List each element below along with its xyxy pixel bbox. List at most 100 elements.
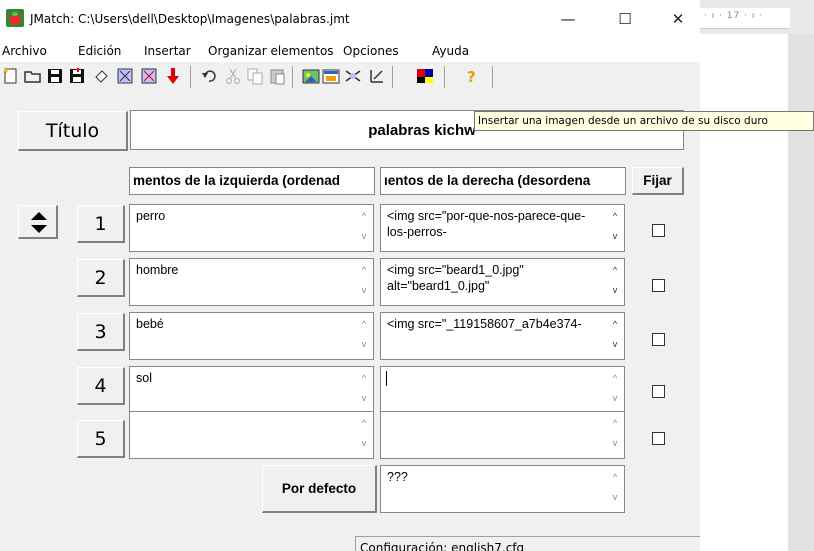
- scroll-down-icon[interactable]: v: [359, 231, 369, 241]
- scroll-down-icon[interactable]: v: [610, 231, 620, 241]
- toolbar-separator: [444, 66, 445, 88]
- scroll-down-icon[interactable]: v: [610, 393, 620, 403]
- scroll-down-icon[interactable]: v: [359, 285, 369, 295]
- left-item-field[interactable]: hombre ^ v: [129, 258, 374, 306]
- minimize-button[interactable]: —: [548, 6, 588, 32]
- menu-archivo[interactable]: Archivo: [2, 44, 47, 58]
- fijar-checkbox[interactable]: [652, 224, 665, 237]
- svg-text:?: ?: [467, 68, 476, 85]
- fijar-checkbox[interactable]: [652, 333, 665, 346]
- move-up-down-button[interactable]: [18, 205, 58, 239]
- right-item-field[interactable]: <img src="por-que-nos-parece-que-los-per…: [380, 204, 625, 252]
- scroll-up-icon[interactable]: ^: [359, 418, 369, 428]
- row-number-button[interactable]: 5: [77, 420, 125, 458]
- right-column-header: ıentos de la derecha (desordena: [380, 167, 626, 195]
- scroll-up-icon[interactable]: ^: [359, 319, 369, 329]
- scroll-down-icon[interactable]: v: [610, 285, 620, 295]
- left-item-field[interactable]: perro ^ v: [129, 204, 374, 252]
- left-item-field[interactable]: ^ v: [129, 411, 374, 459]
- left-item-text: sol: [136, 371, 152, 385]
- row-number-button[interactable]: 1: [77, 205, 125, 243]
- scroll-up-icon[interactable]: ^: [610, 472, 620, 482]
- save-icon[interactable]: [46, 67, 64, 85]
- paste-icon[interactable]: [268, 67, 286, 85]
- cut-icon[interactable]: [224, 67, 242, 85]
- row-number-button[interactable]: 3: [77, 313, 125, 351]
- titulo-button[interactable]: Título: [18, 111, 128, 151]
- right-item-field[interactable]: <img src="_119158607_a7b4e374- ^ v: [380, 312, 625, 360]
- right-item-text: <img src="por-que-nos-parece-que-los-per…: [387, 209, 586, 239]
- scroll-up-icon[interactable]: ^: [359, 373, 369, 383]
- row-number-button[interactable]: 4: [77, 367, 125, 405]
- por-defecto-button[interactable]: Por defecto: [262, 465, 377, 513]
- undo-icon[interactable]: [200, 67, 218, 85]
- toolbar-separator: [292, 66, 293, 88]
- arrow-up-icon[interactable]: [31, 212, 47, 220]
- scroll-down-icon[interactable]: v: [359, 393, 369, 403]
- shuffle-icon[interactable]: [344, 67, 362, 85]
- close-button[interactable]: ✕: [658, 6, 698, 32]
- scroll-down-icon[interactable]: v: [610, 438, 620, 448]
- menu-bar: Archivo Edición Insertar Organizar eleme…: [0, 38, 700, 62]
- app-icon: [6, 9, 24, 27]
- copy-icon[interactable]: [246, 67, 264, 85]
- left-item-field[interactable]: bebé ^ v: [129, 312, 374, 360]
- left-item-text: bebé: [136, 317, 164, 331]
- fijar-checkbox[interactable]: [652, 279, 665, 292]
- menu-insertar[interactable]: Insertar: [144, 44, 191, 58]
- toolbar: ?: [0, 62, 700, 92]
- right-item-field[interactable]: <img src="beard1_0.jpg" alt="beard1_0.jp…: [380, 258, 625, 306]
- eraser-icon[interactable]: [92, 67, 110, 85]
- right-item-field[interactable]: ^ v: [380, 366, 625, 414]
- scroll-up-icon[interactable]: ^: [359, 265, 369, 275]
- right-item-field[interactable]: ^ v: [380, 411, 625, 459]
- arrow-down-icon[interactable]: [31, 225, 47, 233]
- insert-arrow-icon[interactable]: [164, 67, 182, 85]
- color-icon[interactable]: [416, 67, 434, 85]
- fijar-checkbox[interactable]: [652, 432, 665, 445]
- row-number-button[interactable]: 2: [77, 259, 125, 297]
- sort-icon[interactable]: [368, 67, 386, 85]
- text-caret: [386, 371, 387, 386]
- help-icon[interactable]: ?: [462, 67, 480, 86]
- scroll-up-icon[interactable]: ^: [610, 211, 620, 221]
- fijar-header: Fijar: [632, 167, 684, 195]
- scroll-up-icon[interactable]: ^: [359, 211, 369, 221]
- tooltip: Insertar una imagen desde un archivo de …: [474, 111, 814, 131]
- default-value-text: ???: [387, 470, 408, 484]
- menu-edicion[interactable]: Edición: [78, 44, 121, 58]
- scroll-up-icon[interactable]: ^: [610, 418, 620, 428]
- left-item-text: hombre: [136, 263, 179, 277]
- menu-organizar-elementos[interactable]: Organizar elementos: [208, 44, 334, 58]
- status-config: Configuración: english7.cfg: [355, 536, 700, 551]
- new-file-icon[interactable]: [2, 67, 20, 85]
- window-title: JMatch: C:\Users\dell\Desktop\Imagenes\p…: [30, 12, 350, 26]
- scroll-up-icon[interactable]: ^: [610, 319, 620, 329]
- create-webpage-icon[interactable]: [116, 67, 134, 85]
- open-folder-icon[interactable]: [24, 67, 42, 85]
- scroll-down-icon[interactable]: v: [610, 492, 620, 502]
- right-item-text: <img src="_119158607_a7b4e374-: [387, 317, 582, 331]
- toolbar-separator: [492, 66, 493, 88]
- ruler-ticks: · ı · 17 · ı ·: [704, 11, 764, 21]
- scroll-up-icon[interactable]: ^: [610, 373, 620, 383]
- right-item-text: <img src="beard1_0.jpg" alt="beard1_0.jp…: [387, 263, 524, 293]
- ruler: · ı · 17 · ı ·: [700, 8, 790, 29]
- insert-link-icon[interactable]: [322, 67, 340, 85]
- left-item-field[interactable]: sol ^ v: [129, 366, 374, 414]
- fijar-checkbox[interactable]: [652, 385, 665, 398]
- insert-image-icon[interactable]: [302, 67, 320, 85]
- default-value-field[interactable]: ??? ^ v: [380, 465, 625, 513]
- left-column-header: mentos de la izquierda (ordenad: [129, 167, 375, 195]
- save-as-icon[interactable]: [68, 67, 86, 85]
- scroll-down-icon[interactable]: v: [359, 438, 369, 448]
- menu-opciones[interactable]: Opciones: [343, 44, 399, 58]
- menu-ayuda[interactable]: Ayuda: [432, 44, 469, 58]
- left-item-text: perro: [136, 209, 166, 223]
- toolbar-separator: [190, 66, 191, 88]
- scroll-down-icon[interactable]: v: [610, 339, 620, 349]
- scroll-down-icon[interactable]: v: [359, 339, 369, 349]
- maximize-button[interactable]: ☐: [605, 6, 645, 32]
- scroll-up-icon[interactable]: ^: [610, 265, 620, 275]
- create-dragdrop-icon[interactable]: [140, 67, 158, 85]
